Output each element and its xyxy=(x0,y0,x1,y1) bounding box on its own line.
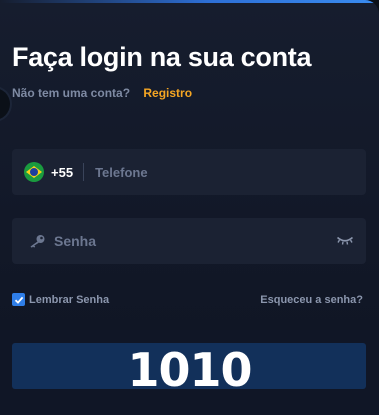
page-title: Faça login na sua conta xyxy=(12,42,312,72)
register-link[interactable]: Registro xyxy=(143,86,192,100)
phone-placeholder[interactable]: Telefone xyxy=(95,165,148,180)
login-card: Faça login na sua conta Não tem uma cont… xyxy=(0,0,379,415)
field-divider xyxy=(83,163,85,181)
flag-brazil-icon[interactable] xyxy=(24,162,44,182)
key-icon xyxy=(30,235,45,248)
top-accent-line xyxy=(0,0,379,3)
checkbox-checked-icon[interactable] xyxy=(12,293,25,306)
no-account-text: Não tem uma conta? xyxy=(12,86,131,100)
login-button[interactable] xyxy=(12,343,366,389)
remember-password-checkbox[interactable]: Lembrar Senha xyxy=(12,293,109,306)
forgot-password-link[interactable]: Esqueceu a senha? xyxy=(260,294,363,306)
eye-closed-icon[interactable] xyxy=(336,234,354,246)
remember-label: Lembrar Senha xyxy=(29,293,110,306)
country-code[interactable]: +55 xyxy=(51,165,73,180)
side-decoration xyxy=(0,88,10,120)
password-field[interactable]: Senha xyxy=(12,218,366,264)
register-prompt: Não tem uma conta? Registro xyxy=(12,86,192,100)
phone-field[interactable]: +55 Telefone xyxy=(12,149,366,195)
password-placeholder[interactable]: Senha xyxy=(54,233,96,249)
